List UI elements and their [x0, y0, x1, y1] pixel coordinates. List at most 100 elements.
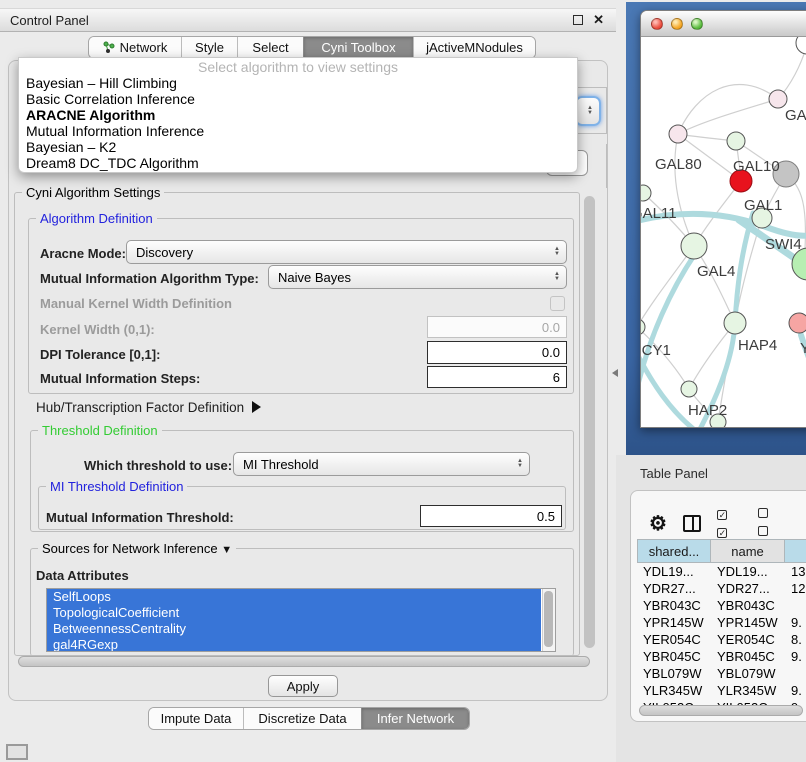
settings-horizontal-scrollbar[interactable] [18, 656, 590, 667]
menu-item[interactable]: Bayesian – Hill Climbing [19, 75, 577, 91]
tab-cyni-toolbox-label: Cyni Toolbox [321, 40, 395, 55]
network-node[interactable] [796, 37, 806, 54]
tab-style-label: Style [195, 40, 224, 55]
node-label: GAL11 [641, 205, 677, 222]
list-item[interactable]: BetweennessCentrality [47, 621, 541, 637]
table-row[interactable]: YDR27...YDR27...12 [637, 580, 806, 597]
stepper-icon: ▲▼ [554, 247, 560, 257]
hub-definition-toggle[interactable]: Hub/Transcription Factor Definition [36, 400, 261, 415]
dpi-tolerance-field[interactable]: 0.0 [427, 341, 567, 364]
column-header[interactable]: shared... [637, 539, 711, 563]
network-icon [103, 41, 115, 54]
table-row[interactable]: YPR145WYPR145W9. [637, 614, 806, 631]
sources-title: Sources for Network Inference [42, 541, 218, 556]
network-window: GAL GAL80 GAL10 GAL1 GAL11 GAL4 SWI4 GCY… [640, 10, 806, 428]
tab-impute-data-label: Impute Data [161, 711, 232, 726]
menu-item[interactable]: Basic Correlation Inference [19, 91, 577, 107]
kernel-width-field[interactable]: 0.0 [427, 316, 567, 338]
list-scrollbar-track[interactable] [542, 589, 555, 651]
select-all-checks-icon[interactable]: ✓✓ [717, 505, 742, 541]
table-row[interactable]: YDL19...YDL19...13 [637, 563, 806, 580]
tab-impute-data[interactable]: Impute Data [149, 708, 243, 729]
settings-vertical-scrollbar[interactable] [584, 196, 595, 648]
table-body: YDL19...YDL19...13 YDR27...YDR27...12 YB… [637, 563, 806, 705]
which-threshold-combo[interactable]: MI Threshold ▲▼ [233, 452, 530, 476]
network-node[interactable] [669, 125, 687, 143]
tab-jactivemnodules[interactable]: jActiveMNodules [413, 37, 535, 58]
list-item[interactable]: gal4RGexp [47, 637, 541, 652]
collapse-down-icon: ▼ [221, 544, 232, 556]
mi-threshold-label: Mutual Information Threshold: [46, 510, 234, 525]
deselect-all-checks-icon[interactable] [758, 505, 783, 541]
tab-discretize-data-label: Discretize Data [258, 711, 346, 726]
node-label: GAL1 [744, 197, 782, 214]
menu-item-selected[interactable]: ARACNE Algorithm [19, 107, 577, 123]
mi-type-combo[interactable]: Naive Bayes ▲▼ [268, 265, 567, 289]
tab-jactivemnodules-label: jActiveMNodules [426, 40, 523, 55]
algorithm-combo-focused-fragment[interactable]: ▲▼ [575, 96, 601, 126]
mi-threshold-field[interactable]: 0.5 [420, 505, 562, 527]
network-canvas[interactable]: GAL GAL80 GAL10 GAL1 GAL11 GAL4 SWI4 GCY… [641, 37, 806, 428]
hidden-groupbox-edge [606, 87, 607, 134]
sources-title-row[interactable]: Sources for Network Inference ▼ [38, 541, 236, 556]
mi-steps-field[interactable]: 6 [427, 366, 567, 388]
menu-item[interactable]: Bayesian – K2 [19, 139, 577, 155]
manual-kernel-label: Manual Kernel Width Definition [40, 296, 232, 311]
mi-type-value: Naive Bayes [278, 270, 351, 285]
node-label: GAL [785, 107, 806, 124]
float-window-icon[interactable] [573, 15, 583, 25]
tab-discretize-data[interactable]: Discretize Data [243, 708, 361, 729]
network-node[interactable] [769, 90, 787, 108]
group-title: Threshold Definition [38, 423, 162, 438]
list-scrollbar-thumb[interactable] [544, 591, 553, 647]
close-icon[interactable]: ✕ [593, 12, 604, 28]
apply-button[interactable]: Apply [268, 675, 338, 697]
network-node[interactable] [641, 319, 645, 335]
menu-item[interactable]: Mutual Information Inference [19, 123, 577, 139]
hidden-groupbox-edge [578, 133, 606, 134]
minimize-traffic-light-icon[interactable] [671, 18, 683, 30]
tab-cyni-toolbox[interactable]: Cyni Toolbox [303, 37, 413, 58]
node-label: HAP4 [738, 337, 777, 354]
panel-dock-icon[interactable] [6, 744, 28, 760]
network-window-titlebar[interactable] [641, 11, 806, 37]
columns-icon[interactable] [683, 515, 701, 532]
table-horizontal-scrollbar[interactable] [639, 705, 803, 716]
table-row[interactable]: YBL079WYBL079W [637, 665, 806, 682]
aracne-mode-combo[interactable]: Discovery ▲▼ [126, 240, 567, 264]
manual-kernel-checkbox[interactable] [550, 296, 565, 311]
tab-infer-network[interactable]: Infer Network [361, 708, 469, 729]
column-header[interactable]: A [785, 539, 806, 563]
divider-collapse-arrow-icon[interactable] [612, 369, 618, 377]
zoom-traffic-light-icon[interactable] [691, 18, 703, 30]
cyni-bottom-tabs: Impute Data Discretize Data Infer Networ… [148, 707, 470, 730]
network-node[interactable] [727, 132, 745, 150]
table-row[interactable]: YBR043CYBR043C [637, 597, 806, 614]
menu-item[interactable]: Dream8 DC_TDC Algorithm [19, 155, 577, 171]
network-node[interactable] [681, 381, 697, 397]
column-header[interactable]: name [711, 539, 785, 563]
network-node[interactable] [724, 312, 746, 334]
which-threshold-label: Which threshold to use: [84, 458, 232, 473]
group-title: MI Threshold Definition [46, 479, 187, 494]
control-panel-titlebar: Control Panel ✕ [0, 8, 616, 32]
tab-select[interactable]: Select [237, 37, 303, 58]
node-label: SWI4 [765, 236, 802, 253]
network-node[interactable] [681, 233, 707, 259]
tab-style[interactable]: Style [181, 37, 237, 58]
stepper-icon: ▲▼ [517, 459, 523, 469]
network-node[interactable] [789, 313, 806, 333]
table-row[interactable]: YBR045CYBR045C9. [637, 648, 806, 665]
table-row[interactable]: YER054CYER054C8. [637, 631, 806, 648]
tab-network-label: Network [120, 40, 168, 55]
list-item[interactable]: SelfLoops [47, 589, 541, 605]
hub-definition-label: Hub/Transcription Factor Definition [36, 400, 244, 415]
gear-icon[interactable]: ⚙ [649, 511, 667, 536]
tab-select-label: Select [252, 40, 288, 55]
data-attributes-list: SelfLoops TopologicalCoefficient Between… [46, 588, 556, 652]
table-row[interactable]: YLR345WYLR345W9. [637, 682, 806, 699]
list-item[interactable]: TopologicalCoefficient [47, 605, 541, 621]
tab-network[interactable]: Network [89, 37, 181, 58]
menu-prompt: Select algorithm to view settings [19, 59, 577, 75]
close-traffic-light-icon[interactable] [651, 18, 663, 30]
